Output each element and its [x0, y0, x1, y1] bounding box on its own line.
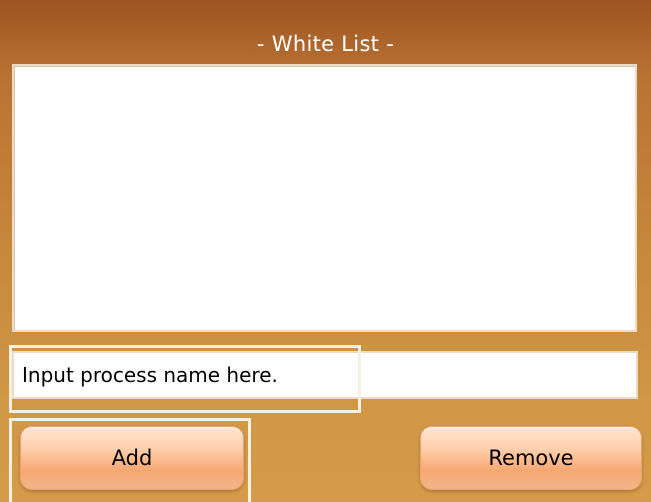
white-list-listbox[interactable]: [12, 64, 637, 332]
white-list-panel: - White List - Add Remove: [0, 0, 651, 502]
remove-button[interactable]: Remove: [420, 426, 642, 490]
panel-title: - White List -: [256, 32, 395, 56]
process-name-input[interactable]: [12, 351, 638, 399]
add-button[interactable]: Add: [20, 426, 244, 490]
